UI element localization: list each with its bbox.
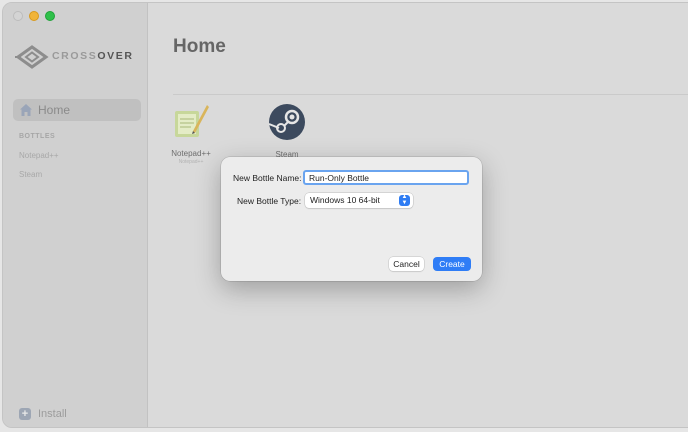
plus-icon: + — [19, 408, 31, 420]
sidebar: CROSSOVER Home BOTTLES Notepad++ Steam +… — [3, 3, 148, 427]
bottle-name-input[interactable] — [303, 170, 469, 185]
logo-wordmark: CROSSOVER — [52, 50, 134, 62]
minimize-window-button[interactable] — [29, 11, 39, 21]
home-icon — [20, 104, 32, 116]
sidebar-item-home-label: Home — [38, 103, 71, 117]
app-tile-steam[interactable]: Steam — [252, 102, 322, 159]
steam-icon — [268, 104, 305, 140]
app-tile-notepad[interactable]: Notepad++ Notepad++ — [156, 101, 226, 165]
install-label: Install — [38, 408, 67, 420]
bottle-type-select[interactable]: Windows 10 64-bit ▲ ▼ — [305, 193, 413, 208]
close-window-button[interactable] — [13, 11, 23, 21]
crossover-logo-icon — [15, 45, 49, 69]
bottles-section-header: BOTTLES — [19, 133, 56, 140]
divider — [173, 94, 688, 95]
create-button[interactable]: Create — [433, 257, 471, 271]
app-tile-notepad-name: Notepad++ — [171, 149, 211, 158]
chevron-up-down-icon: ▲ ▼ — [399, 194, 410, 206]
bottle-type-value: Windows 10 64-bit — [310, 195, 380, 205]
crossover-logo: CROSSOVER — [15, 41, 141, 73]
cancel-button[interactable]: Cancel — [389, 257, 424, 271]
app-tile-notepad-sub: Notepad++ — [178, 159, 204, 165]
bottle-name-label: New Bottle Name: — [233, 173, 302, 183]
page-title: Home — [173, 36, 226, 57]
sidebar-item-notepad[interactable]: Notepad++ — [19, 151, 59, 160]
sidebar-item-steam[interactable]: Steam — [19, 170, 42, 179]
sidebar-item-home[interactable]: Home — [13, 99, 141, 121]
maximize-window-button[interactable] — [45, 11, 55, 21]
notepad-plus-plus-icon — [175, 105, 209, 137]
bottle-type-label: New Bottle Type: — [237, 196, 302, 206]
new-bottle-dialog: New Bottle Name: New Bottle Type: Window… — [221, 157, 482, 281]
traffic-lights — [13, 11, 55, 21]
install-button[interactable]: + Install — [19, 408, 67, 420]
